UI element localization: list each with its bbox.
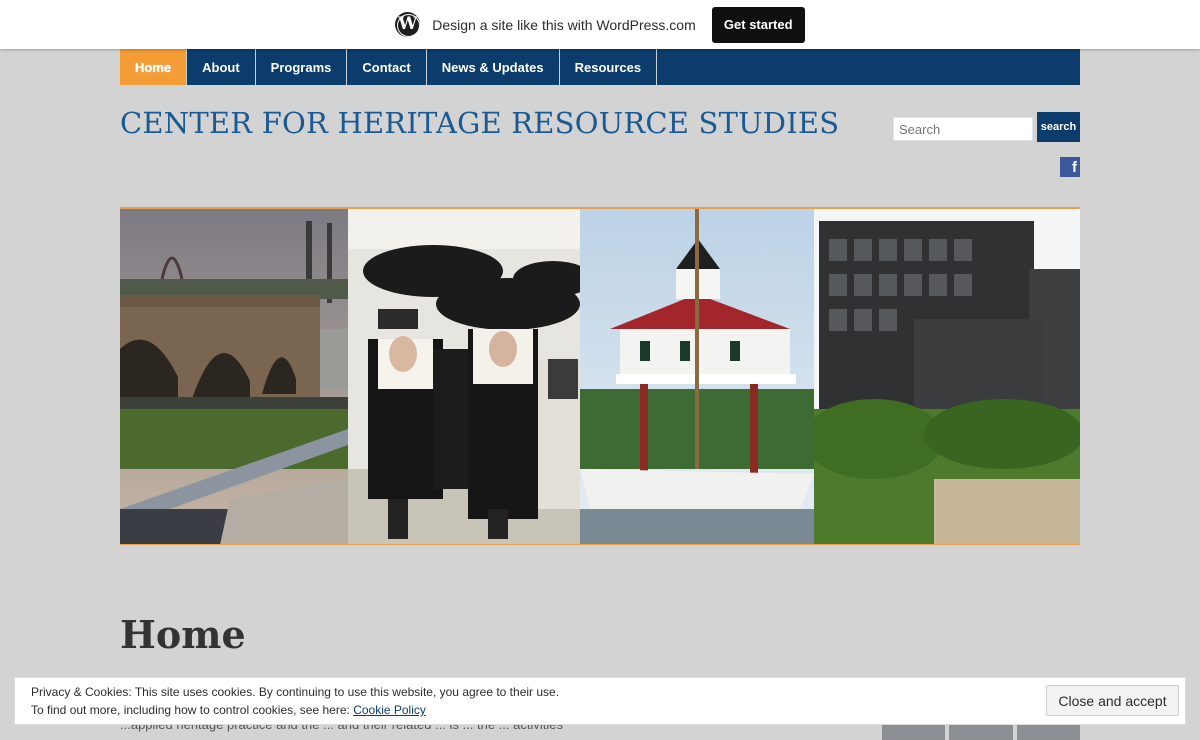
stone-arch-bridge-photo xyxy=(120,209,348,544)
wordpress-logo-icon[interactable]: W xyxy=(395,12,421,37)
cookie-notice-text: Privacy & Cookies: This site uses cookie… xyxy=(31,685,560,699)
sidebar-thumbnails xyxy=(882,725,1080,740)
nav-item-news-updates[interactable]: News & Updates xyxy=(427,49,560,85)
sidebar-thumbnail[interactable] xyxy=(1016,725,1080,740)
nav-item-about[interactable]: About xyxy=(187,49,256,85)
lighthouse-boat-photo xyxy=(580,209,814,544)
cookie-policy-link[interactable]: Cookie Policy xyxy=(353,703,426,717)
nav-item-contact[interactable]: Contact xyxy=(347,49,427,85)
site-title[interactable]: CENTER FOR HERITAGE RESOURCE STUDIES xyxy=(120,106,839,140)
close-and-accept-button[interactable]: Close and accept xyxy=(1046,685,1179,716)
cookie-notice: Privacy & Cookies: This site uses cookie… xyxy=(14,677,1186,725)
nav-item-home[interactable]: Home xyxy=(120,49,188,85)
sidebar-thumbnail[interactable] xyxy=(882,725,946,740)
nav-item-resources[interactable]: Resources xyxy=(560,49,658,85)
page-title: Home xyxy=(120,612,246,657)
cookie-notice-more-info-text: To find out more, including how to contr… xyxy=(31,703,350,717)
industrial-ruin-photo xyxy=(814,209,1080,544)
facebook-icon[interactable]: f xyxy=(1060,157,1080,177)
get-started-button[interactable]: Get started xyxy=(711,6,805,43)
sidebar-thumbnail[interactable] xyxy=(949,725,1013,740)
search-button[interactable]: search xyxy=(1037,112,1080,142)
header-image-banner xyxy=(120,207,1080,545)
main-navigation: Home About Programs Contact News & Updat… xyxy=(120,49,1080,85)
procession-umbrellas-photo xyxy=(348,209,580,544)
search-input[interactable] xyxy=(893,117,1033,141)
nav-item-programs[interactable]: Programs xyxy=(256,49,348,85)
wordpress-banner: W Design a site like this with WordPress… xyxy=(0,0,1200,49)
cookie-notice-more-info: To find out more, including how to contr… xyxy=(31,703,426,717)
wordpress-banner-text: Design a site like this with WordPress.c… xyxy=(432,16,696,33)
